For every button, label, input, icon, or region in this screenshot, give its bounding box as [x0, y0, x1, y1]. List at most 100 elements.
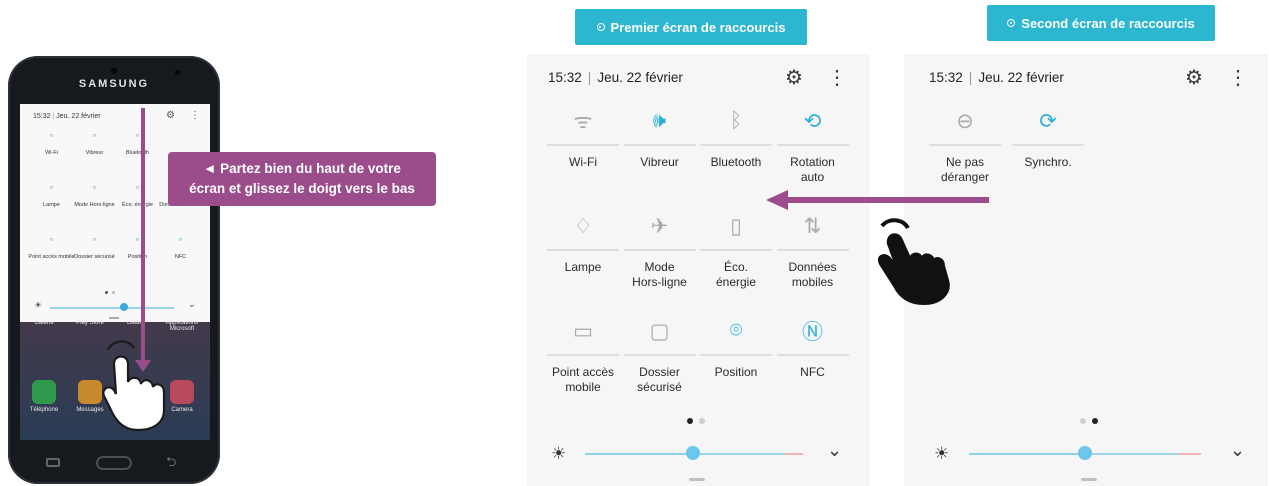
mini-tile-label: Bluetooth [125, 150, 150, 156]
tile-divider [623, 249, 696, 251]
back-icon: ⮌ [166, 454, 177, 469]
battery-saver-icon: ▯ [730, 214, 742, 238]
mini-tile: ◦ Bluetooth [114, 128, 161, 156]
tile-label: Point accès mobile [551, 365, 615, 394]
mini-tile-label: NFC [174, 254, 187, 260]
second-screen-label: Second écran de raccourcis [1021, 15, 1195, 31]
quick-tile-wi-fi[interactable]: ᯤ Wi-Fi [547, 104, 619, 170]
status-date: Jeu. 22 février [597, 70, 683, 85]
panel-handle[interactable] [689, 478, 705, 481]
rotation-icon: ⟲ [803, 109, 822, 133]
mini-quick-panel: 15:32 | Jeu. 22 février ⚙ ⋮ ◦ Wi-Fi ◦ Vibre… [20, 104, 210, 322]
quick-tile-mode-hors-ligne[interactable]: ✈ Mode Hors-ligne [623, 209, 696, 290]
page-dot-active [687, 418, 693, 424]
tile-divider [700, 249, 772, 251]
tile-label: Données mobiles [788, 260, 837, 289]
quick-tile-rotation-auto[interactable]: ⟲ Rotation auto [776, 104, 849, 185]
quick-tile-données-mobiles[interactable]: ⇅ Données mobiles [776, 209, 849, 290]
mobile-data-icon: ⇅ [803, 214, 822, 238]
quick-tile-synchro-[interactable]: ⟳ Synchro. [1012, 104, 1084, 170]
tile-divider [776, 354, 849, 356]
settings-gear-icon[interactable]: ⚙ [1185, 65, 1203, 90]
mini-tile-icon: ◦ [49, 128, 54, 142]
quick-tile-lampe[interactable]: ♢ Lampe [547, 209, 619, 275]
panel-handle[interactable] [1081, 478, 1097, 481]
quick-panel-first: 15:32 | Jeu. 22 février ⚙ ⋮ ᯤ Wi-Fi 🕪 Vibreur… [527, 54, 870, 486]
secure-folder-icon: ▢ [649, 319, 670, 343]
tile-label: Dossier sécurisé [637, 365, 682, 394]
hand-pointer-icon [102, 340, 166, 432]
callout-line-2: écran et glissez le doigt vers le bas [189, 181, 415, 196]
mini-tile-label: Éco. énergie [122, 202, 153, 208]
quick-tile-ne-pas-déranger[interactable]: ⊖ Ne pas déranger [929, 104, 1001, 185]
app-label: Applications Microsoft [165, 320, 199, 332]
home-app: Galerie [24, 320, 64, 326]
quick-tile-position[interactable]: ⌾ Position [700, 314, 772, 380]
app-label: Galaxy [126, 320, 146, 326]
brightness-slider-knob[interactable] [1078, 446, 1092, 460]
tile-label: Bluetooth [710, 155, 762, 169]
flashlight-icon: ♢ [573, 214, 593, 238]
first-screen-button[interactable]: Premier écran de raccourcis [575, 9, 807, 45]
mini-tile-icon: ◦ [135, 128, 140, 142]
settings-gear-icon[interactable]: ⚙ [785, 65, 803, 90]
bluetooth-icon: ᛒ [729, 109, 743, 132]
brightness-icon: ☀ [934, 444, 950, 463]
tile-divider [700, 354, 772, 356]
quick-tile-éco-énergie[interactable]: ▯ Éco. énergie [700, 209, 772, 290]
home-app: Applications Microsoft [162, 320, 202, 332]
tile-divider [547, 354, 619, 356]
tile-label: Vibreur [640, 155, 679, 169]
nfc-icon: Ⓝ [802, 321, 823, 344]
chevron-down-icon[interactable]: ⌄ [827, 440, 842, 461]
mini-tile: ◦ Lampe [28, 180, 75, 208]
page-dot [699, 418, 705, 424]
app-icon [78, 380, 102, 404]
tile-divider [623, 354, 696, 356]
brightness-slider-end [785, 453, 803, 455]
more-options-icon[interactable]: ⋮ [1228, 65, 1248, 90]
quick-tile-vibreur[interactable]: 🕪 Vibreur [623, 104, 696, 170]
tile-label: Mode Hors-ligne [632, 260, 687, 289]
brightness-slider-fill [969, 453, 1085, 455]
mini-brightness-slider [50, 307, 174, 309]
tile-label: Synchro. [1024, 155, 1072, 169]
brightness-icon: ☀ [551, 444, 567, 463]
app-icon [32, 380, 56, 404]
airplane-icon: ✈ [650, 214, 669, 238]
mini-tile-icon: ◦ [135, 180, 140, 194]
tile-label: Lampe [564, 260, 602, 274]
mini-tile: ◦ NFC [157, 232, 204, 260]
status-bar: 15:32 | Jeu. 22 février [929, 70, 1064, 85]
home-app: Téléphone [24, 380, 64, 413]
app-label: Téléphone [29, 407, 59, 413]
swipe-down-line [141, 108, 145, 366]
mini-tile-icon: ◦ [92, 180, 97, 194]
status-date: Jeu. 22 février [978, 70, 1064, 85]
quick-tile-dossier-sécurisé[interactable]: ▢ Dossier sécurisé [623, 314, 696, 395]
more-options-icon[interactable]: ⋮ [827, 65, 847, 90]
quick-tile-nfc[interactable]: Ⓝ NFC [776, 314, 849, 380]
mini-tile-icon: ◦ [92, 128, 97, 142]
tile-label: NFC [800, 365, 825, 379]
home-button [96, 456, 132, 470]
mini-tile: ◦ Position [114, 232, 161, 260]
sync-icon: ⟳ [1039, 109, 1057, 133]
brightness-slider-knob[interactable] [686, 446, 700, 460]
mini-more-icon: ⋮ [190, 110, 200, 121]
quick-tile-bluetooth[interactable]: ᛒ Bluetooth [700, 104, 772, 170]
tile-divider [1012, 144, 1084, 146]
first-screen-label: Premier écran de raccourcis [610, 19, 786, 35]
mini-tile: ◦ Vibreur [71, 128, 118, 156]
tile-divider [623, 144, 696, 146]
second-screen-button[interactable]: Second écran de raccourcis [987, 5, 1215, 41]
mini-tile: ◦ Éco. énergie [114, 180, 161, 208]
chevron-down-icon[interactable]: ⌄ [1230, 440, 1245, 461]
tile-divider [547, 144, 619, 146]
mini-tile: ◦ Wi-Fi [28, 128, 75, 156]
recents-icon [46, 458, 60, 467]
home-app: Galaxy [116, 320, 156, 326]
quick-tile-point-accès-mobile[interactable]: ▭ Point accès mobile [547, 314, 619, 395]
mini-page-dot [105, 291, 108, 294]
mini-handle [109, 317, 119, 319]
